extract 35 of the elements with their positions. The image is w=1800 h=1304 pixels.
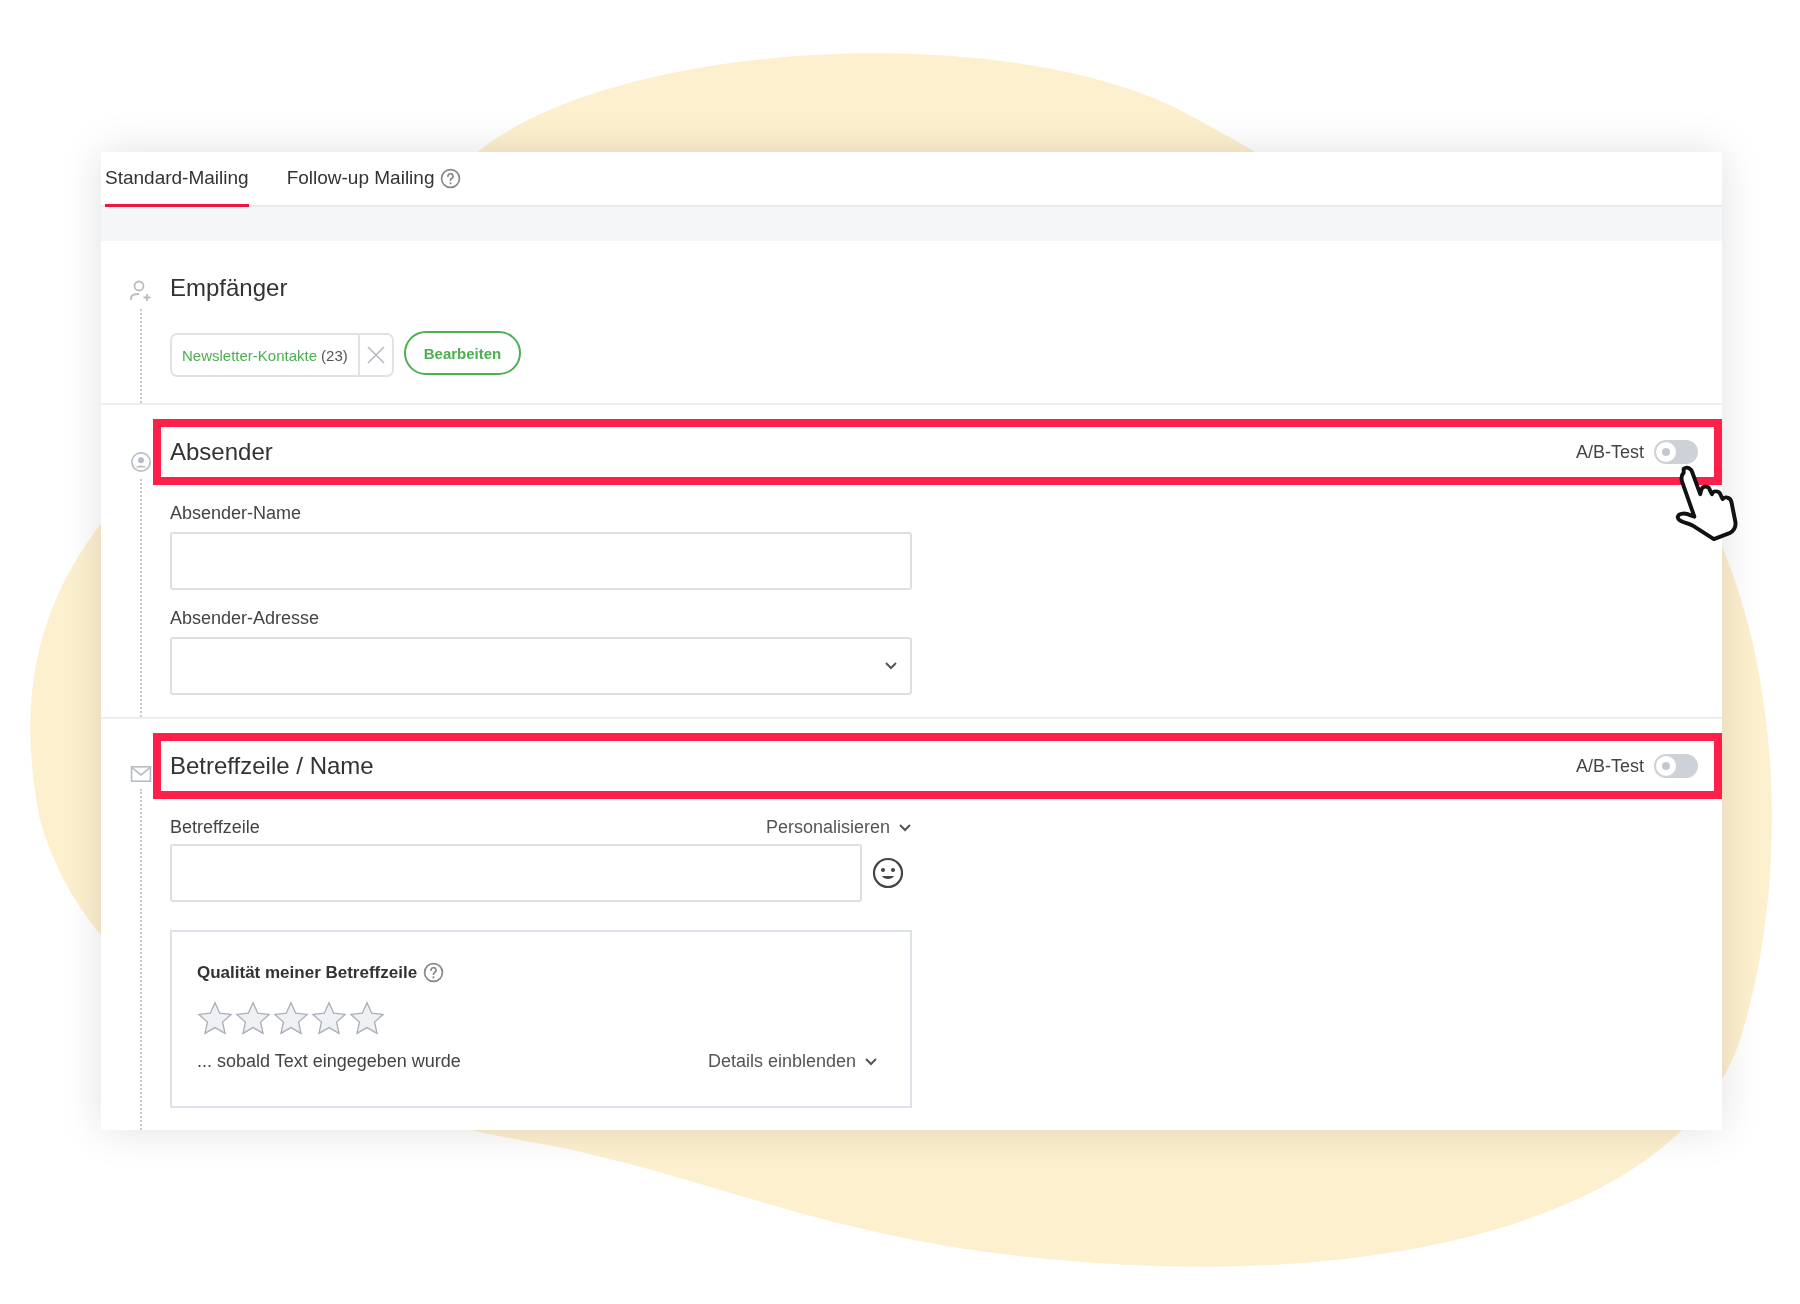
field-label: Absender-Adresse <box>170 608 321 629</box>
help-icon[interactable] <box>423 962 445 983</box>
select-field[interactable] <box>170 637 912 695</box>
chevron-down-icon <box>898 822 912 833</box>
star-icon <box>197 1001 233 1035</box>
help-icon[interactable] <box>440 167 462 189</box>
details-button[interactable]: Details einblenden <box>707 1051 878 1072</box>
smiley-icon[interactable] <box>872 857 904 889</box>
star-icon <box>349 1001 385 1035</box>
person-plus-icon <box>129 279 153 303</box>
field-label: Absender-Name <box>170 503 303 524</box>
list-chip[interactable]: Newsletter-Kontakte (23) <box>170 333 394 377</box>
tab[interactable]: Follow-up Mailing <box>286 152 462 207</box>
contact-count: (23) <box>321 346 348 364</box>
section-title: Betreffzeile / Name <box>170 752 374 780</box>
chevron-down-icon <box>864 1056 878 1067</box>
star-icon <box>273 1001 309 1035</box>
section-title: Empfänger <box>170 274 288 302</box>
input-field[interactable] <box>170 844 862 902</box>
ab-test-toggle[interactable] <box>1654 754 1698 778</box>
quality-hint: ... sobald Text eingegeben wurde <box>197 1051 461 1072</box>
section-title: Absender <box>170 438 273 466</box>
star-icon <box>311 1001 347 1035</box>
close-icon <box>365 345 386 365</box>
field-label: Betreffzeile <box>170 817 260 838</box>
ab-test-label: A/B-Test <box>1575 441 1644 463</box>
star-icon <box>235 1001 271 1035</box>
chevron-down-icon <box>884 661 898 671</box>
person-circle-icon <box>130 451 152 473</box>
quality-title: Qualität meiner Betreffzeile <box>197 962 418 983</box>
ab-test-toggle[interactable] <box>1654 440 1698 464</box>
envelope-icon <box>130 765 152 783</box>
input-field[interactable] <box>170 532 912 590</box>
personalize-button[interactable]: Personalisieren <box>765 817 912 838</box>
ab-test-label: A/B-Test <box>1575 755 1644 777</box>
